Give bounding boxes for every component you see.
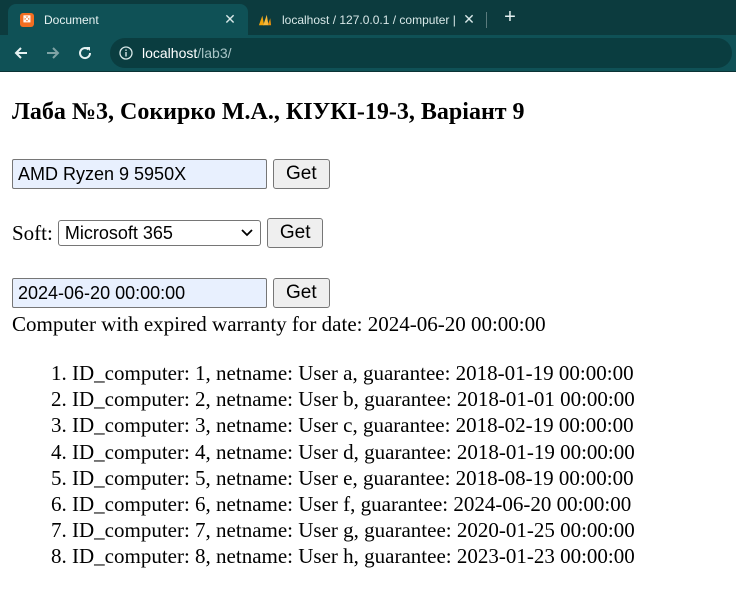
tab-title: localhost / 127.0.0.1 / computer | (282, 12, 456, 27)
url-host: localhost (142, 45, 198, 61)
date-input[interactable]: 2024-06-20 00:00:00 (12, 278, 267, 308)
reload-icon[interactable] (74, 42, 96, 64)
list-item: ID_computer: 3, netname: User c, guarant… (72, 412, 635, 438)
tab-phpmyadmin[interactable]: localhost / 127.0.0.1 / computer | ✕ (250, 4, 485, 35)
soft-select[interactable]: Microsoft 365 (57, 220, 261, 246)
processor-form: AMD Ryzen 9 5950X Get (12, 159, 330, 189)
tab-strip: ⊠ Document ✕ localhost / 127.0.0.1 / com… (0, 0, 736, 35)
list-item: ID_computer: 7, netname: User g, guarant… (72, 517, 635, 543)
back-icon[interactable] (10, 42, 32, 64)
forward-icon[interactable] (42, 42, 64, 64)
list-item: ID_computer: 8, netname: User h, guarant… (72, 543, 635, 569)
page-content: Лаба №3, Сокирко М.А., КІУКІ-19-3, Варіа… (0, 72, 736, 603)
results-list: ID_computer: 1, netname: User a, guarant… (0, 360, 635, 570)
new-tab-icon[interactable]: + (498, 6, 522, 30)
get-soft-button[interactable]: Get (266, 218, 324, 248)
soft-select-value: Microsoft 365 (64, 222, 173, 243)
date-form: 2024-06-20 00:00:00 Get (12, 278, 330, 308)
browser-toolbar: localhost/lab3/ (0, 35, 736, 71)
soft-label: Soft: (12, 220, 53, 245)
tab-title: Document (44, 12, 99, 27)
phpmyadmin-icon (258, 13, 272, 27)
list-item: ID_computer: 4, netname: User d, guarant… (72, 439, 635, 465)
url-path: /lab3/ (197, 45, 232, 61)
close-tab-icon[interactable]: ✕ (222, 11, 238, 28)
tab-document[interactable]: ⊠ Document ✕ (8, 4, 248, 35)
xampp-icon: ⊠ (20, 12, 34, 27)
result-title: Computer with expired warranty for date:… (12, 312, 546, 336)
tab-divider (486, 12, 487, 28)
processor-input[interactable]: AMD Ryzen 9 5950X (12, 159, 267, 189)
list-item: ID_computer: 1, netname: User a, guarant… (72, 360, 635, 386)
list-item: ID_computer: 5, netname: User e, guarant… (72, 465, 635, 491)
soft-form: Soft: Microsoft 365 Get (12, 218, 324, 248)
get-processor-button[interactable]: Get (273, 159, 330, 189)
chevron-down-icon (240, 226, 254, 240)
list-item: ID_computer: 6, netname: User f, guarant… (72, 491, 635, 517)
address-bar[interactable]: localhost/lab3/ (110, 38, 732, 68)
info-icon[interactable] (118, 45, 134, 61)
list-item: ID_computer: 2, netname: User b, guarant… (72, 386, 635, 412)
get-date-button[interactable]: Get (273, 278, 330, 308)
close-tab-icon[interactable]: ✕ (461, 11, 477, 28)
page-title: Лаба №3, Сокирко М.А., КІУКІ-19-3, Варіа… (12, 99, 525, 125)
